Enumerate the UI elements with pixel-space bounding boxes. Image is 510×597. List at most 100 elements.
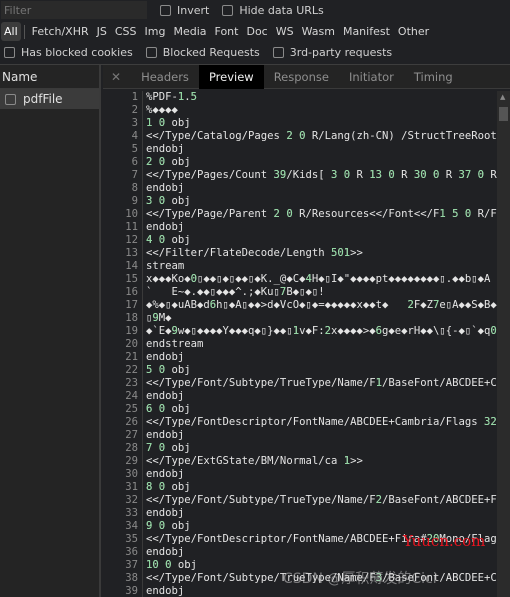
type-filter-all[interactable]: All: [1, 22, 21, 41]
blocked-requests-checkbox[interactable]: Blocked Requests: [145, 46, 260, 59]
line-text: endobj: [146, 143, 185, 155]
line-cell: <</Type/ExtGState/BM/Normal/ca 1>> 1: [143, 455, 363, 468]
tab-preview[interactable]: Preview: [198, 64, 264, 89]
line-cell: ◆%◆▯◆uAB◆d6h▯◆A▯◆◆>d◆VcO◆▯◆=◆◆◆◆◆x◆◆t◆ 2…: [143, 299, 497, 312]
scrollbar-thumb[interactable]: [499, 107, 508, 121]
name-column-header[interactable]: Name: [0, 65, 99, 89]
line-cell: 5 0 obj 5 0: [143, 364, 191, 377]
scroll-up-icon[interactable]: ▲: [500, 93, 505, 101]
line-cell: 3 0 obj 3 0: [143, 195, 191, 208]
type-filter-wasm[interactable]: Wasm: [298, 25, 339, 38]
line-cell: 6 0 obj 6 0: [143, 403, 191, 416]
line-number: 3: [103, 117, 143, 130]
line-number: 35: [103, 533, 143, 546]
code-line: 2 %◆◆◆◆: [103, 104, 497, 117]
invert-checkbox[interactable]: Invert: [160, 4, 209, 17]
code-line: 37 10 0 obj 10 0: [103, 559, 497, 572]
line-text: <</Type/Page/Parent 2 0 R/Resources<</Fo…: [146, 208, 497, 220]
line-text: %PDF-1.5: [146, 91, 198, 103]
line-text: 3 0 obj: [146, 195, 191, 207]
has-blocked-cookies-checkbox[interactable]: Has blocked cookies: [4, 46, 133, 59]
line-cell: endobj: [143, 507, 184, 520]
code-line: 4 <</Type/Catalog/Pages 2 0 R/Lang(zh-CN)…: [103, 130, 497, 143]
line-cell: 8 0 obj 8 0: [143, 481, 191, 494]
line-cell: x◆◆◆Ko◆0▯◆◆▯◆▯◆◆▯◆K._@◆C◆4H◆▯I◆"◆◆◆◆pt◆◆…: [143, 273, 490, 286]
line-number: 8: [103, 182, 143, 195]
line-number: 34: [103, 520, 143, 533]
filter-input[interactable]: [1, 1, 147, 19]
line-number: 26: [103, 416, 143, 429]
code-line: 20 endstream: [103, 338, 497, 351]
hide-data-urls-checkbox[interactable]: Hide data URLs: [222, 4, 324, 17]
type-filter-fetch-xhr[interactable]: Fetch/XHR: [28, 25, 93, 38]
line-cell: <</Type/Font/Subtype/TrueType/Name/F1/Ba…: [143, 377, 497, 390]
checkbox-icon: [272, 47, 284, 58]
checkbox-label: Blocked Requests: [162, 46, 260, 59]
type-filter-img[interactable]: Img: [141, 25, 170, 38]
line-cell: ◆`E◆9w◆▯◆◆◆◆Y◆◆◆q◆▯}◆◆▯1v◆F:2x◆◆◆◆>◆6g◆e…: [143, 325, 497, 338]
line-cell: ` E~◆.◆◆▯◆◆◆^.;◆Ku▯7B◆▯◆▯! 7: [143, 286, 325, 299]
type-filter-manifest[interactable]: Manifest: [339, 25, 394, 38]
line-text: endobj: [146, 546, 185, 558]
line-text: <</Type/Pages/Count 39/Kids[ 3 0 R 13 0 …: [146, 169, 497, 181]
code-line: 33 endobj: [103, 507, 497, 520]
line-text: 5 0 obj: [146, 364, 191, 376]
line-number: 32: [103, 494, 143, 507]
line-number: 5: [103, 143, 143, 156]
checkbox-label: Has blocked cookies: [21, 46, 133, 59]
line-number: 29: [103, 455, 143, 468]
line-cell: 9 0 obj 9 0: [143, 520, 191, 533]
blocked-filter-bar: Has blocked cookies Blocked Requests 3rd-p…: [0, 42, 510, 63]
line-cell: 2 0 obj 2 0: [143, 156, 191, 169]
line-cell: 1 0 obj 1 0: [143, 117, 191, 130]
request-row[interactable]: pdfFile: [0, 89, 99, 109]
line-text: stream: [146, 260, 185, 272]
type-filter-ws[interactable]: WS: [272, 25, 298, 38]
type-filter-doc[interactable]: Doc: [242, 25, 271, 38]
preview-code: 1 %PDF-1.5 1 5 2 %◆◆◆◆ 31 0 obj 1 0 4 <</Type…: [103, 91, 497, 597]
line-number: 38: [103, 572, 143, 585]
request-name: pdfFile: [23, 92, 63, 106]
line-text: endobj: [146, 585, 185, 597]
line-text: <</Type/Font/Subtype/TrueType/Name/F1/Ba…: [146, 377, 497, 389]
line-text: 4 0 obj: [146, 234, 191, 246]
line-cell: <</Type/Font/Subtype/TrueType/Name/F2/Ba…: [143, 494, 497, 507]
line-text: 2 0 obj: [146, 156, 191, 168]
type-filter-bar: All Fetch/XHR JS CSS Img Media Font Doc WS Wasm Ma…: [0, 21, 510, 42]
checkbox-icon: [145, 47, 157, 58]
line-number: 27: [103, 429, 143, 442]
tab-headers[interactable]: Headers: [131, 65, 199, 89]
code-line: 27 endobj: [103, 429, 497, 442]
code-line: 21 endobj: [103, 351, 497, 364]
tab-response[interactable]: Response: [264, 65, 339, 89]
line-number: 31: [103, 481, 143, 494]
line-cell: <</Type/FontDescriptor/FontName/ABCDEE+F…: [143, 533, 497, 546]
line-text: 6 0 obj: [146, 403, 191, 415]
type-filter-other[interactable]: Other: [394, 25, 433, 38]
code-line: 39 endobj: [103, 585, 497, 597]
line-number: 17: [103, 299, 143, 312]
line-cell: <</Type/Font/Subtype/TrueType/Name/F3/Ba…: [143, 572, 497, 585]
line-number: 21: [103, 351, 143, 364]
type-filter-css[interactable]: CSS: [111, 25, 141, 38]
line-text: <</Type/Font/Subtype/TrueType/Name/F3/Ba…: [146, 572, 497, 584]
type-filter-js[interactable]: JS: [93, 25, 111, 38]
scrollbar[interactable]: ▲: [497, 91, 510, 597]
line-text: 7 0 obj: [146, 442, 191, 454]
type-filter-media[interactable]: Media: [169, 25, 210, 38]
line-number: 10: [103, 208, 143, 221]
separator: [23, 24, 25, 39]
tab-timing[interactable]: Timing: [404, 65, 463, 89]
code-line: 15 x◆◆◆Ko◆0▯◆◆▯◆▯◆◆▯◆K._@◆C◆4H◆▯I◆"◆◆◆◆pt…: [103, 273, 497, 286]
line-text: endstream: [146, 338, 204, 350]
close-icon[interactable]: ✕: [103, 70, 131, 84]
line-number: 19: [103, 325, 143, 338]
code-line: 31 8 0 obj 8 0: [103, 481, 497, 494]
code-line: 11 endobj: [103, 221, 497, 234]
line-cell: endobj: [143, 221, 184, 234]
3rd-party-requests-checkbox[interactable]: 3rd-party requests: [272, 46, 392, 59]
tab-initiator[interactable]: Initiator: [339, 65, 404, 89]
code-line: 18 ▯9M◆ 9: [103, 312, 497, 325]
code-line: 93 0 obj 3 0: [103, 195, 497, 208]
type-filter-font[interactable]: Font: [211, 25, 243, 38]
